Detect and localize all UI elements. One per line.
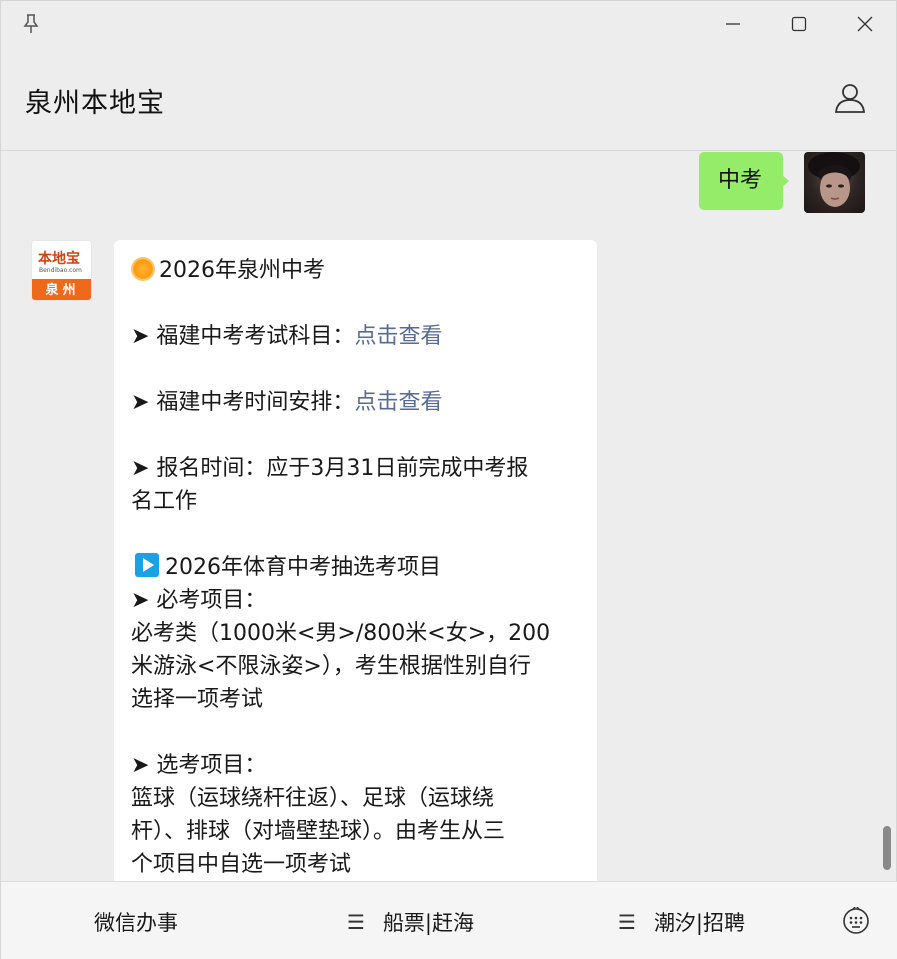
schedule-line: ➤ 福建中考时间安排：点击查看 [131, 386, 579, 419]
required-line-3: 选择一项考试 [131, 687, 264, 712]
subjects-line: ➤ 福建中考考试科目：点击查看 [131, 320, 579, 353]
bottom-menu-bar: 微信办事 ☰ 船票|赶海 ☰ 潮汐|招聘 [1, 881, 897, 959]
required-label: ➤ 必考项目： [131, 588, 267, 613]
bot-message-bubble[interactable]: 2026年泉州中考 ➤ 福建中考考试科目：点击查看 ➤ 福建中考时间安排：点击查… [114, 240, 597, 881]
pe-title: 2026年体育中考抽选考项目 [165, 555, 441, 580]
required-line-1: 必考类（1000米<男>/800米<女>，200 [131, 621, 551, 646]
menu-list-icon: ☰ [618, 909, 636, 934]
profile-icon[interactable] [833, 81, 867, 115]
logo-text: 本地宝 [38, 251, 80, 267]
my-bubble-tail [781, 174, 789, 188]
minimize-icon[interactable] [718, 11, 748, 37]
menu-list-icon: ☰ [347, 909, 365, 934]
maximize-icon[interactable] [784, 11, 814, 37]
scrollbar-thumb[interactable] [883, 826, 891, 870]
chat-window: 泉州本地宝 中考 本地宝 Bendibao.com 泉州 2026年泉州中考 ➤… [0, 0, 897, 959]
optional-line-2: 杆）、排球（对墙壁垫球）。由考生从三 [131, 819, 506, 844]
optional-line-1: 篮球（运球绕杆往返）、足球（运球绕 [131, 786, 495, 811]
keyboard-icon[interactable] [842, 905, 870, 935]
close-icon[interactable] [850, 11, 880, 37]
official-account-avatar[interactable]: 本地宝 Bendibao.com 泉州 [31, 240, 92, 301]
pin-icon[interactable] [21, 13, 41, 35]
menu-label: 微信办事 [94, 910, 178, 935]
menu-tides-jobs[interactable]: ☰ 潮汐|招聘 [618, 882, 745, 959]
menu-ferry-tickets[interactable]: ☰ 船票|赶海 [347, 882, 474, 959]
menu-label: 潮汐|招聘 [653, 910, 746, 935]
my-message-bubble[interactable]: 中考 [699, 152, 783, 210]
subjects-link[interactable]: 点击查看 [354, 324, 442, 349]
chat-title: 泉州本地宝 [25, 88, 165, 119]
schedule-link[interactable]: 点击查看 [354, 390, 442, 415]
signup-line-2: 名工作 [131, 489, 198, 514]
title-bar [1, 1, 897, 47]
schedule-label: ➤ 福建中考时间安排： [131, 390, 355, 415]
message-title-line: 2026年泉州中考 [131, 254, 579, 287]
menu-wechat-services[interactable]: 微信办事 [94, 882, 178, 959]
required-line-2: 米游泳<不限泳姿>），考生根据性别自行 [131, 654, 531, 679]
signup-line-1: ➤ 报名时间：应于3月31日前完成中考报 [131, 456, 529, 481]
subjects-label: ➤ 福建中考考试科目： [131, 324, 355, 349]
chat-header: 泉州本地宝 [1, 47, 897, 151]
optional-label: ➤ 选考项目： [131, 753, 267, 778]
message-title: 2026年泉州中考 [159, 258, 325, 283]
message-list[interactable]: 中考 本地宝 Bendibao.com 泉州 2026年泉州中考 ➤ 福建中考考… [1, 152, 897, 881]
my-avatar[interactable] [804, 152, 865, 213]
optional-line-3: 个项目中自选一项考试 [131, 852, 352, 877]
logo-subtext: Bendibao.com [39, 267, 82, 274]
logo-city: 泉州 [32, 279, 91, 300]
menu-label: 船票|赶海 [382, 910, 475, 935]
pe-title-line: 2026年体育中考抽选考项目 [131, 551, 579, 584]
sun-emoji-icon [131, 257, 155, 281]
play-emoji-icon [135, 553, 159, 577]
